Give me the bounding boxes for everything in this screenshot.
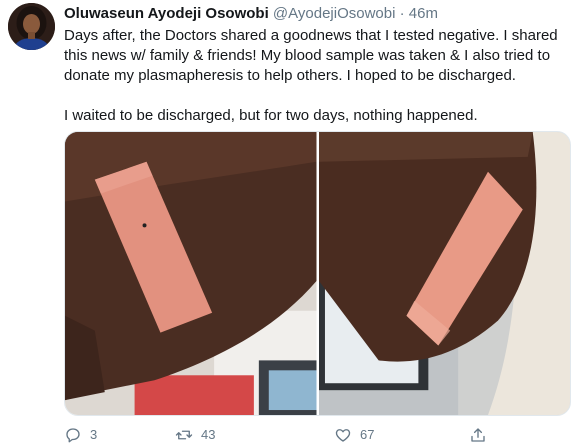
tweet-timestamp[interactable]: 46m	[409, 5, 438, 22]
like-button[interactable]: 67	[334, 426, 374, 444]
reply-count: 3	[90, 427, 98, 442]
tweet: Oluwaseun Ayodeji Osowobi @AyodejiOsowob…	[0, 0, 578, 447]
author-name[interactable]: Oluwaseun Ayodeji Osowobi	[64, 5, 269, 22]
photo-left[interactable]	[65, 132, 317, 415]
like-count: 67	[360, 427, 375, 442]
tweet-header: Oluwaseun Ayodeji Osowobi @AyodejiOsowob…	[64, 4, 572, 23]
tweet-text: Days after, the Doctors shared a goodnew…	[64, 26, 572, 126]
photo-right[interactable]	[318, 132, 570, 415]
share-icon	[471, 428, 485, 442]
tweet-body: Oluwaseun Ayodeji Osowobi @AyodejiOsowob…	[64, 4, 572, 126]
avatar[interactable]	[8, 3, 55, 50]
retweet-icon	[175, 430, 193, 440]
avatar-image	[8, 3, 55, 50]
media-grid	[64, 131, 571, 416]
separator-dot: ·	[399, 5, 405, 22]
retweet-button[interactable]: 43	[175, 426, 215, 444]
tweet-paragraph: I waited to be discharged, but for two d…	[64, 107, 478, 124]
photo-arm-bandage-right	[318, 132, 570, 415]
author-handle[interactable]: @AyodejiOsowobi	[273, 5, 396, 22]
tweet-paragraph: Days after, the Doctors shared a goodnew…	[64, 27, 558, 84]
share-button[interactable]	[469, 426, 487, 444]
photo-arm-bandage-left	[65, 132, 317, 415]
heart-icon	[335, 429, 351, 442]
retweet-count: 43	[201, 427, 216, 442]
reply-icon	[66, 428, 80, 443]
action-bar: 3 43 67	[64, 426, 504, 446]
reply-button[interactable]: 3	[64, 426, 97, 444]
